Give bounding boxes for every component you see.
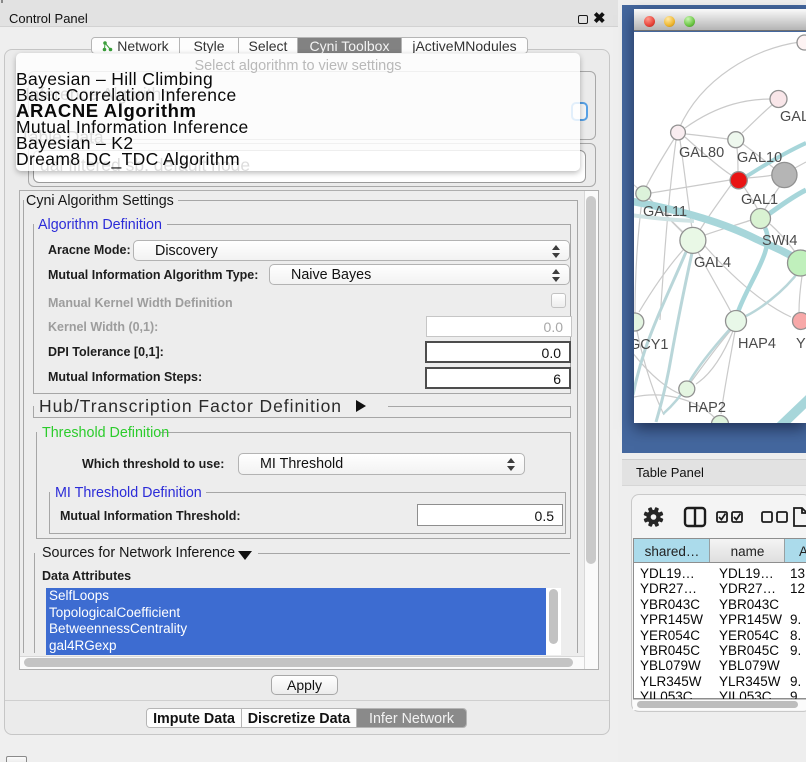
svg-text:GAL11: GAL11 xyxy=(643,204,687,220)
svg-text:GAL7: GAL7 xyxy=(780,109,806,125)
svg-text:YM: YM xyxy=(796,336,806,352)
svg-text:GAL80: GAL80 xyxy=(679,145,724,161)
svg-text:HAP2: HAP2 xyxy=(688,400,726,416)
svg-text:GAL4: GAL4 xyxy=(694,255,731,271)
svg-text:GAL10: GAL10 xyxy=(737,150,782,166)
svg-text:GCY1: GCY1 xyxy=(634,337,669,353)
svg-text:SWI4: SWI4 xyxy=(762,233,797,249)
svg-text:GAL1: GAL1 xyxy=(741,192,778,208)
svg-text:HAP4: HAP4 xyxy=(738,336,776,352)
